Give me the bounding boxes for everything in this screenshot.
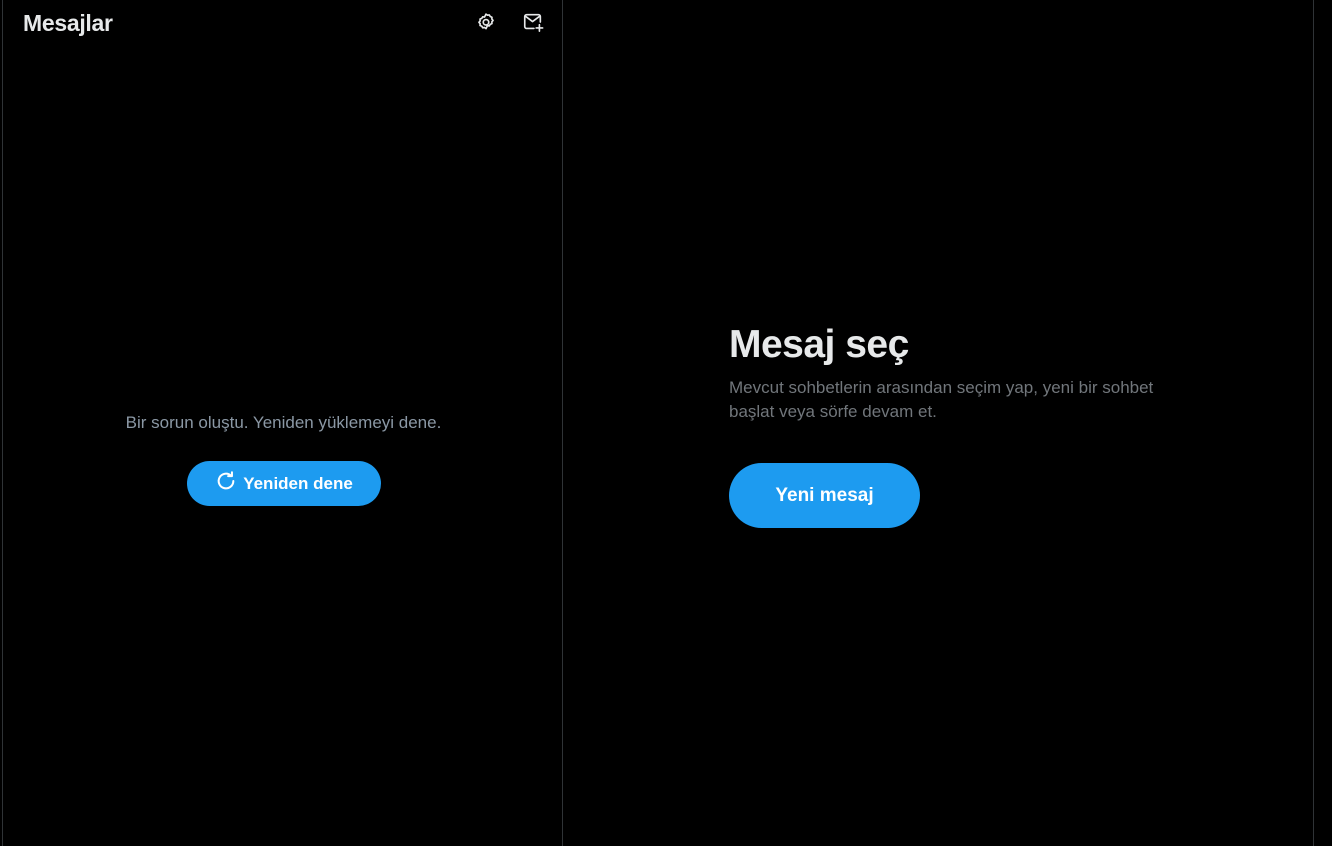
conversation-list-panel: Mesajlar Bir sorun oluştu. Yeniden yükle… [2,0,563,846]
page-title: Mesajlar [23,10,113,36]
error-state: Bir sorun oluştu. Yeniden yüklemeyi dene… [3,412,562,506]
empty-state-description: Mevcut sohbetlerin arasından seçim yap, … [729,378,1154,421]
retry-button-label: Yeniden dene [243,473,353,493]
select-message-empty-state: Mesaj seç Mevcut sohbetlerin arasından s… [729,322,1169,528]
retry-button[interactable]: Yeniden dene [187,461,381,506]
new-message-envelope-icon [522,11,544,38]
compose-message-button[interactable] [516,7,550,41]
refresh-icon [215,470,237,497]
gear-icon [475,11,497,38]
empty-state-title: Mesaj seç [729,323,909,366]
messages-app: Mesajlar Bir sorun oluştu. Yeniden yükle… [0,0,1332,846]
settings-button[interactable] [469,7,503,41]
error-message: Bir sorun oluştu. Yeniden yüklemeyi dene… [125,413,442,432]
new-message-button[interactable]: Yeni mesaj [729,463,920,528]
messages-header: Mesajlar [3,0,562,50]
conversation-detail-panel: Mesaj seç Mevcut sohbetlerin arasından s… [563,0,1314,846]
